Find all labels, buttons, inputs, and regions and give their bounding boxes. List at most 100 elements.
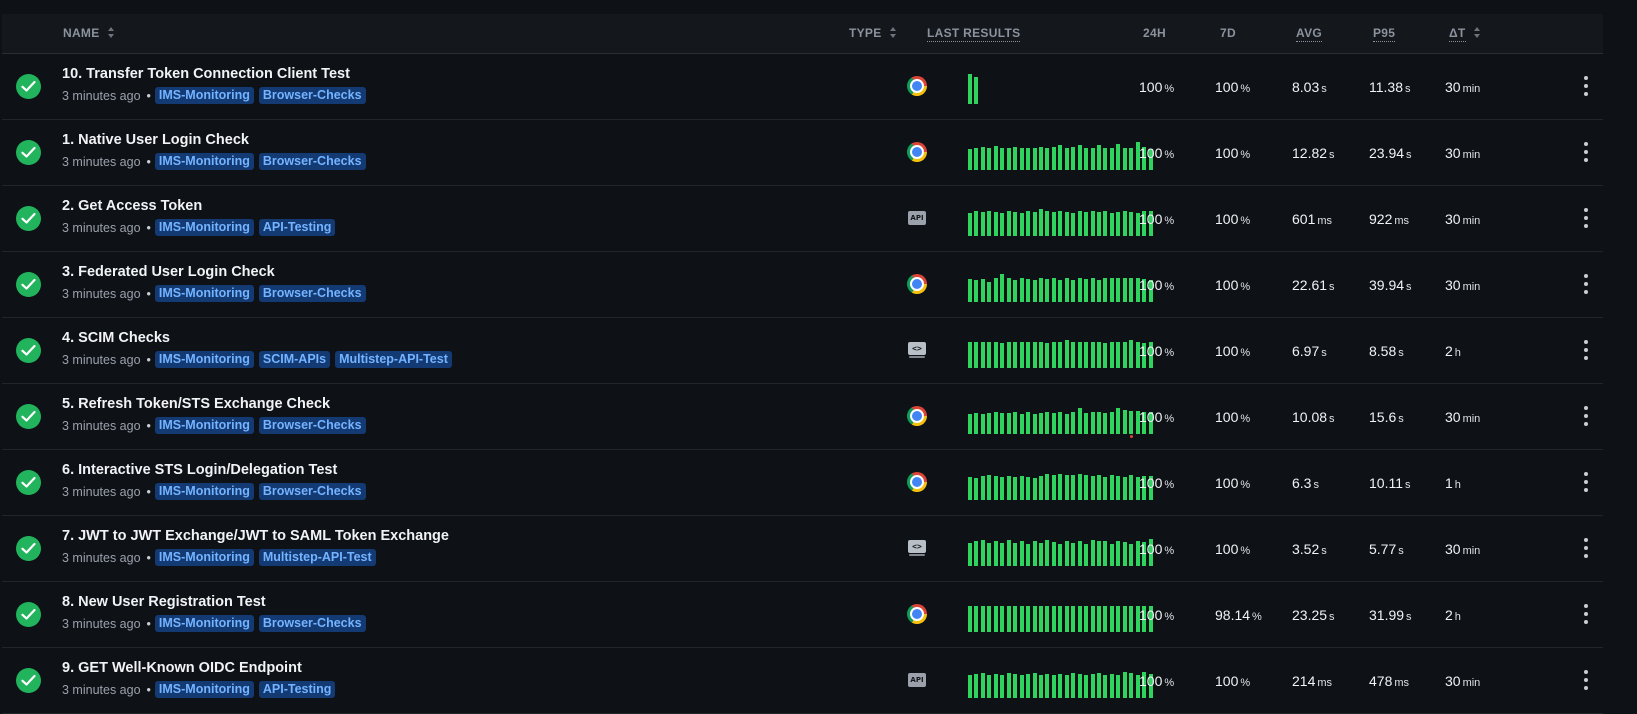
more-options-icon[interactable] <box>1584 340 1588 360</box>
tag-badge[interactable]: IMS-Monitoring <box>154 285 254 302</box>
result-bar[interactable] <box>1032 414 1037 434</box>
result-bar[interactable] <box>1038 342 1043 368</box>
more-options-icon[interactable] <box>1584 670 1588 690</box>
result-bar[interactable] <box>1122 278 1127 302</box>
result-bar[interactable] <box>1032 280 1037 302</box>
last-results-chart[interactable] <box>968 203 1158 236</box>
result-bar[interactable] <box>993 674 998 698</box>
result-bar[interactable] <box>1045 474 1050 500</box>
result-bar[interactable] <box>987 282 992 302</box>
result-bar[interactable] <box>1051 278 1056 302</box>
result-bar[interactable] <box>1019 148 1024 170</box>
result-bar[interactable] <box>1006 413 1011 434</box>
result-bar[interactable] <box>1077 342 1082 368</box>
tag-badge[interactable]: IMS-Monitoring <box>154 219 254 236</box>
result-bar[interactable] <box>987 475 992 500</box>
result-bar[interactable] <box>1000 675 1005 698</box>
result-bar[interactable] <box>1038 543 1043 566</box>
result-bar[interactable] <box>1103 413 1108 434</box>
result-bar[interactable] <box>1116 476 1121 500</box>
result-bar[interactable] <box>1013 412 1018 434</box>
result-bar[interactable] <box>1000 343 1005 368</box>
result-bar[interactable] <box>1032 673 1037 698</box>
result-bar[interactable] <box>1077 541 1082 566</box>
result-bar[interactable] <box>1064 675 1069 698</box>
last-results-chart[interactable] <box>968 665 1158 698</box>
result-bar[interactable] <box>1071 342 1076 368</box>
result-bar[interactable] <box>1026 148 1031 170</box>
result-bar[interactable] <box>1019 278 1024 302</box>
result-bar[interactable] <box>1038 606 1043 632</box>
result-bar[interactable] <box>1122 542 1127 566</box>
result-bar[interactable] <box>1064 541 1069 566</box>
result-bar[interactable] <box>987 211 992 236</box>
last-results-chart[interactable] <box>968 599 1158 632</box>
result-bar[interactable] <box>1097 541 1101 566</box>
result-bar[interactable] <box>1103 278 1108 302</box>
result-bar[interactable] <box>1051 147 1056 170</box>
result-bar[interactable] <box>968 74 972 104</box>
result-bar[interactable] <box>1090 606 1095 632</box>
result-bar[interactable] <box>974 280 979 302</box>
result-bar[interactable] <box>1129 340 1134 368</box>
result-bar[interactable] <box>1064 414 1069 434</box>
result-bar[interactable] <box>1000 148 1005 170</box>
result-bar[interactable] <box>1122 606 1127 632</box>
result-bar[interactable] <box>974 478 979 500</box>
result-bar[interactable] <box>987 543 992 566</box>
table-row[interactable]: 5. Refresh Token/STS Exchange Check 3 min… <box>2 384 1603 450</box>
result-bar[interactable] <box>1071 412 1076 434</box>
result-bar[interactable] <box>1013 212 1018 236</box>
column-p95[interactable]: P95 <box>1373 14 1396 53</box>
result-bar[interactable] <box>1122 672 1127 698</box>
last-results-chart[interactable] <box>968 467 1158 500</box>
result-bar[interactable] <box>1013 280 1018 302</box>
tag-badge[interactable]: IMS-Monitoring <box>154 351 254 368</box>
tag-badge[interactable]: IMS-Monitoring <box>154 549 254 566</box>
tag-badge[interactable]: API-Testing <box>258 219 336 236</box>
result-bar[interactable] <box>1109 213 1114 236</box>
more-options-icon[interactable] <box>1584 208 1588 228</box>
result-bar[interactable] <box>1006 540 1011 566</box>
check-name[interactable]: 5. Refresh Token/STS Exchange Check <box>62 396 330 412</box>
result-bar[interactable] <box>1000 213 1005 236</box>
result-bar[interactable] <box>1032 541 1037 566</box>
result-bar[interactable] <box>1058 211 1063 236</box>
result-bar[interactable] <box>1129 544 1134 566</box>
result-bar[interactable] <box>1109 544 1114 566</box>
result-bar[interactable] <box>1116 606 1121 632</box>
result-bar[interactable] <box>1071 673 1076 698</box>
result-bar[interactable] <box>1116 675 1121 698</box>
result-bar[interactable] <box>1129 148 1134 170</box>
result-bar[interactable] <box>1077 674 1082 698</box>
result-bar[interactable] <box>1013 342 1018 368</box>
result-bar[interactable] <box>1103 211 1108 236</box>
result-bar[interactable] <box>1032 342 1037 368</box>
result-bar[interactable] <box>987 675 992 698</box>
result-bar[interactable] <box>1129 278 1134 302</box>
result-bar[interactable] <box>1071 543 1076 566</box>
result-bar[interactable] <box>1026 606 1031 632</box>
result-bar[interactable] <box>974 211 979 236</box>
result-bar[interactable] <box>1109 278 1114 302</box>
result-bar[interactable] <box>974 77 979 104</box>
tag-badge[interactable]: Browser-Checks <box>258 483 366 500</box>
result-bar[interactable] <box>1122 342 1127 368</box>
result-bar[interactable] <box>1084 675 1089 698</box>
result-bar[interactable] <box>1026 342 1031 368</box>
result-bar[interactable] <box>987 413 992 434</box>
result-bar[interactable] <box>1013 543 1018 566</box>
result-bar[interactable] <box>1058 145 1063 170</box>
result-bar[interactable] <box>987 342 992 368</box>
result-bar[interactable] <box>1077 211 1082 236</box>
result-bar[interactable] <box>1116 541 1121 566</box>
result-bar[interactable] <box>1084 212 1089 236</box>
result-bar[interactable] <box>1058 674 1063 698</box>
result-bar[interactable] <box>1109 148 1114 170</box>
result-bar[interactable] <box>968 477 972 500</box>
result-bar[interactable] <box>1129 212 1134 236</box>
result-bar[interactable] <box>1000 606 1005 632</box>
result-bar[interactable] <box>1129 411 1134 434</box>
result-bar[interactable] <box>1064 148 1069 170</box>
result-bar[interactable] <box>993 278 998 302</box>
